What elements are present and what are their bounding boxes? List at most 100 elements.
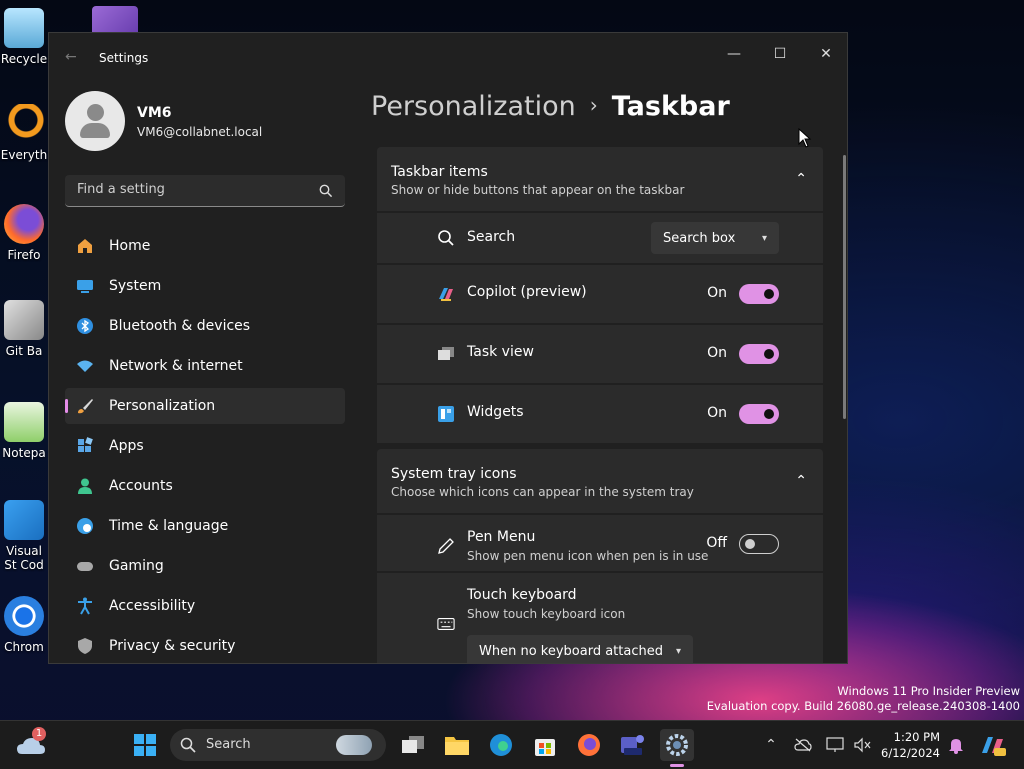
task-view-toggle[interactable] [739, 344, 779, 364]
sidebar-item-home[interactable]: Home [65, 228, 345, 264]
system-tray-header[interactable]: System tray icons Choose which icons can… [377, 449, 823, 513]
maximize-button[interactable]: ☐ [757, 39, 803, 69]
apps-icon [75, 436, 95, 456]
desktop-icon-chrome[interactable]: Chrom [0, 596, 48, 654]
gaming-icon [75, 556, 95, 576]
sidebar-item-label: Accessibility [109, 598, 196, 614]
setting-row-search: Search Search box ▾ [377, 213, 823, 263]
mouse-cursor-icon [798, 127, 812, 152]
home-icon [75, 236, 95, 256]
sidebar-item-network[interactable]: Network & internet [65, 348, 345, 384]
search-input[interactable] [75, 181, 309, 198]
chevron-up-icon: ⌃ [765, 737, 777, 753]
start-button[interactable] [128, 729, 162, 761]
taskbar-items-header[interactable]: Taskbar items Show or hide buttons that … [377, 147, 823, 211]
breadcrumb-separator: › [589, 93, 598, 117]
sidebar-item-system[interactable]: System [65, 268, 345, 304]
taskbar: 1 Search ⌃ 1:20 PM 6/12/2024 [0, 720, 1024, 769]
clock-date: 6/12/2024 [881, 746, 940, 760]
git-bash-icon [4, 300, 44, 340]
toggle-state: On [707, 405, 727, 421]
setting-label: Pen Menu [467, 529, 536, 545]
back-arrow-icon[interactable]: ← [65, 49, 77, 65]
settings-taskbar-button[interactable] [660, 729, 694, 767]
desktop-icon-firefox[interactable]: Firefo [0, 204, 48, 262]
touch-keyboard-dropdown[interactable]: When no keyboard attached ▾ [467, 635, 693, 663]
display-tray-button[interactable] [820, 729, 850, 761]
search-highlight-icon [336, 735, 372, 755]
desktop-icon-git-bash[interactable]: Git Ba [0, 300, 48, 358]
desktop-icon-label: Git Ba [5, 344, 43, 358]
sidebar-item-label: Apps [109, 438, 144, 454]
sidebar-item-personalization[interactable]: Personalization [65, 388, 345, 424]
volume-tray-button[interactable] [848, 729, 878, 761]
pen-menu-toggle[interactable] [739, 534, 779, 554]
sidebar-item-accounts[interactable]: Accounts [65, 468, 345, 504]
sidebar-item-privacy[interactable]: Privacy & security [65, 628, 345, 663]
weather-widget-button[interactable]: 1 [14, 727, 48, 761]
search-mode-dropdown[interactable]: Search box ▾ [651, 222, 779, 254]
dropdown-value: When no keyboard attached [479, 643, 663, 659]
setting-row-touch-keyboard: Touch keyboard Show touch keyboard icon … [377, 573, 823, 663]
toggle-state: On [707, 285, 727, 301]
section-subtitle: Show or hide buttons that appear on the … [391, 183, 685, 197]
teams-button[interactable] [616, 729, 650, 761]
setting-label: Copilot (preview) [467, 284, 587, 300]
notepad-icon [4, 402, 44, 442]
task-view-button[interactable] [396, 729, 430, 761]
monitor-icon [826, 737, 844, 752]
network-tray-button[interactable] [788, 729, 818, 761]
sidebar-item-apps[interactable]: Apps [65, 428, 345, 464]
desktop-icon-everything[interactable]: Everyth [0, 104, 48, 162]
sidebar-item-accessibility[interactable]: Accessibility [65, 588, 345, 624]
scrollbar[interactable] [843, 155, 846, 419]
firefox-icon [578, 734, 600, 756]
close-button[interactable]: ✕ [803, 39, 847, 69]
find-setting-search[interactable] [65, 175, 345, 207]
show-hidden-icons-button[interactable]: ⌃ [756, 729, 786, 761]
wifi-icon [75, 356, 95, 376]
setting-label: Task view [467, 344, 534, 360]
copilot-toggle[interactable] [739, 284, 779, 304]
desktop-icon-vscode[interactable]: Visual St Cod [0, 500, 48, 572]
sidebar-item-time-language[interactable]: Time & language [65, 508, 345, 544]
copilot-button[interactable] [976, 729, 1010, 761]
search-icon [180, 737, 196, 757]
setting-row-pen-menu: Pen Menu Show pen menu icon when pen is … [377, 515, 823, 571]
speaker-muted-icon [854, 737, 871, 753]
file-explorer-button[interactable] [440, 729, 474, 761]
breadcrumb-parent[interactable]: Personalization [371, 91, 576, 122]
minimize-button[interactable]: — [711, 39, 757, 69]
folder-icon [445, 737, 469, 755]
notifications-button[interactable] [942, 729, 970, 761]
desktop-icon-label: Recycle [0, 52, 48, 66]
firefox-button[interactable] [572, 729, 606, 761]
toggle-state: Off [706, 535, 727, 551]
accounts-icon [75, 476, 95, 496]
chevron-down-icon: ▾ [675, 645, 681, 657]
desktop-icon-notepad[interactable]: Notepa [0, 402, 48, 460]
store-button[interactable] [528, 729, 562, 761]
brush-icon [75, 396, 95, 416]
teams-icon [621, 735, 644, 755]
system-icon [75, 276, 95, 296]
setting-row-task-view: Task view On [377, 325, 823, 383]
store-icon [535, 739, 555, 756]
chevron-up-icon[interactable]: ⌃ [795, 171, 807, 187]
toggle-state: On [707, 345, 727, 361]
watermark-line-2: Evaluation copy. Build 26080.ge_release.… [706, 699, 1020, 713]
widgets-toggle[interactable] [739, 404, 779, 424]
search-icon[interactable] [319, 183, 333, 202]
edge-button[interactable] [484, 729, 518, 761]
taskbar-clock[interactable]: 1:20 PM 6/12/2024 [881, 729, 940, 761]
sidebar-item-gaming[interactable]: Gaming [65, 548, 345, 584]
sidebar-item-label: System [109, 278, 162, 294]
chevron-up-icon[interactable]: ⌃ [795, 473, 807, 489]
setting-label: Touch keyboard [467, 587, 577, 603]
user-email: VM6@collabnet.local [137, 125, 263, 139]
page-title: Taskbar [611, 91, 730, 122]
desktop-icon-recycle-bin[interactable]: Recycle [0, 8, 48, 66]
sidebar-item-bluetooth[interactable]: Bluetooth & devices [65, 308, 345, 344]
visual-studio-icon[interactable] [92, 6, 138, 32]
taskbar-search-box[interactable]: Search [170, 729, 386, 761]
